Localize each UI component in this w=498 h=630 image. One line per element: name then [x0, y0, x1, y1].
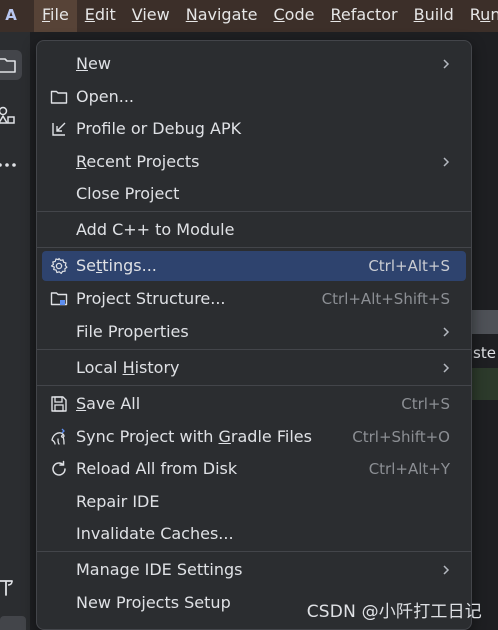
resource-manager-tool-button[interactable]: [0, 100, 22, 130]
menu-item-reload-disk[interactable]: Reload All from Disk Ctrl+Alt+Y: [42, 454, 466, 484]
menu-item-label: Local History: [76, 358, 180, 377]
menu-item-label: File Properties: [76, 322, 189, 341]
menu-file[interactable]: File: [34, 0, 77, 32]
menu-item-label: New: [76, 54, 111, 73]
menu-item-label: Manage IDE Settings: [76, 560, 243, 579]
hammer-icon: [0, 580, 13, 596]
more-tools-button[interactable]: [0, 150, 22, 180]
editor-peek-text: ste: [473, 344, 496, 362]
menu-item-add-cpp-module[interactable]: Add C++ to Module: [42, 215, 466, 245]
menu-item-label: Save All: [76, 394, 141, 413]
more-horizontal-icon: [0, 163, 16, 167]
menu-item-label: Settings...: [76, 256, 157, 275]
bottom-tool-tab[interactable]: [0, 616, 26, 630]
folder-icon: [0, 58, 16, 73]
gradle-sync-icon: [50, 428, 68, 446]
menu-refactor[interactable]: Refactor: [322, 0, 405, 32]
menu-item-label: Project Structure...: [76, 289, 226, 308]
menu-item-label: New Projects Setup: [76, 593, 231, 612]
menu-item-label: Reload All from Disk: [76, 459, 238, 478]
menu-item-shortcut: Ctrl+Alt+Y: [368, 460, 450, 478]
menu-item-label: Repair IDE: [76, 492, 160, 511]
menu-code[interactable]: Code: [266, 0, 323, 32]
build-tool-button[interactable]: [0, 572, 22, 602]
menu-separator: [37, 349, 471, 350]
menu-item-shortcut: Ctrl+Alt+S: [368, 257, 450, 275]
chevron-right-icon: [443, 363, 450, 373]
menu-edit[interactable]: Edit: [77, 0, 124, 32]
menu-item-local-history[interactable]: Local History: [42, 353, 466, 383]
menu-item-recent-projects[interactable]: Recent Projects: [42, 147, 466, 177]
menu-item-label: Open...: [76, 87, 134, 106]
menu-item-label: Invalidate Caches...: [76, 524, 234, 543]
menu-run[interactable]: Run: [462, 0, 498, 32]
menu-item-new[interactable]: New: [42, 49, 466, 79]
menu-item-label: Sync Project with Gradle Files: [76, 427, 312, 446]
menu-item-label: Recent Projects: [76, 152, 200, 171]
main-menu-bar: A File Edit View Navigate Code Refactor …: [0, 0, 498, 32]
android-studio-logo-icon[interactable]: A: [0, 4, 22, 26]
menu-bar-items: File Edit View Navigate Code Refactor Bu…: [34, 0, 498, 32]
editor-tab-strip: [470, 310, 498, 334]
chevron-right-icon: [443, 157, 450, 167]
project-tool-button[interactable]: [0, 50, 22, 80]
editor-highlight-strip: [470, 368, 498, 400]
chevron-right-icon: [443, 565, 450, 575]
menu-item-save-all[interactable]: Save All Ctrl+S: [42, 389, 466, 419]
menu-separator: [37, 385, 471, 386]
chevron-right-icon: [443, 327, 450, 337]
import-arrow-icon: [50, 120, 68, 138]
menu-item-label: Close Project: [76, 184, 180, 203]
menu-item-shortcut: Ctrl+Alt+Shift+S: [321, 290, 450, 308]
chevron-right-icon: [443, 59, 450, 69]
menu-item-file-properties[interactable]: File Properties: [42, 317, 466, 347]
menu-item-shortcut: Ctrl+S: [401, 395, 450, 413]
menu-view[interactable]: View: [124, 0, 178, 32]
refresh-icon: [50, 460, 68, 478]
shapes-icon: [0, 106, 15, 124]
menu-item-close-project[interactable]: Close Project: [42, 179, 466, 209]
menu-item-manage-ide-settings[interactable]: Manage IDE Settings: [42, 555, 466, 585]
menu-item-shortcut: Ctrl+Shift+O: [352, 428, 450, 446]
file-menu-dropdown: New Open... Profile or Debug APK Recent …: [36, 40, 472, 630]
save-icon: [50, 395, 68, 413]
menu-item-open[interactable]: Open...: [42, 82, 466, 112]
menu-item-sync-gradle[interactable]: Sync Project with Gradle Files Ctrl+Shif…: [42, 422, 466, 452]
gear-icon: [50, 257, 68, 275]
menu-item-label: Add C++ to Module: [76, 220, 235, 239]
left-tool-strip: [0, 32, 31, 630]
menu-item-project-structure[interactable]: Project Structure... Ctrl+Alt+Shift+S: [42, 284, 466, 314]
menu-separator: [37, 211, 471, 212]
menu-item-invalidate-caches[interactable]: Invalidate Caches...: [42, 519, 466, 549]
project-structure-icon: [50, 290, 68, 308]
menu-item-label: Profile or Debug APK: [76, 119, 242, 138]
menu-item-repair-ide[interactable]: Repair IDE: [42, 487, 466, 517]
menu-build[interactable]: Build: [406, 0, 462, 32]
csdn-watermark: CSDN @小阡打工日记: [306, 602, 482, 622]
menu-item-settings[interactable]: Settings... Ctrl+Alt+S: [42, 251, 466, 281]
menu-item-profile-debug-apk[interactable]: Profile or Debug APK: [42, 114, 466, 144]
menu-separator: [37, 551, 471, 552]
menu-separator: [37, 247, 471, 248]
menu-navigate[interactable]: Navigate: [178, 0, 266, 32]
folder-icon: [50, 88, 68, 106]
